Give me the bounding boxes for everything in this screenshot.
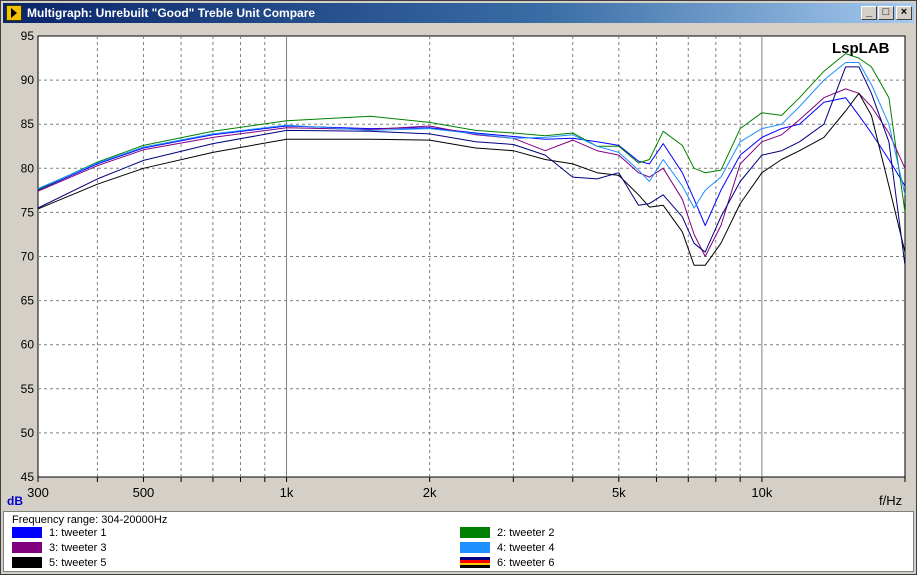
legend-swatch [12, 557, 42, 568]
x-tick-label: 10k [751, 485, 772, 500]
y-tick-label: 55 [21, 382, 35, 396]
y-tick-label: 85 [21, 117, 35, 131]
legend-swatch [460, 557, 490, 568]
legend-swatch [460, 542, 490, 553]
y-tick-label: 80 [21, 161, 35, 175]
legend-panel: Frequency range: 304-20000Hz 1: tweeter … [3, 511, 914, 572]
legend-label: 3: tweeter 3 [49, 542, 107, 554]
y-tick-label: 60 [21, 338, 35, 352]
y-tick-label: 50 [21, 426, 35, 440]
x-tick-label: 2k [423, 485, 437, 500]
watermark-label: LspLAB [832, 40, 890, 57]
x-tick-labels: 300 500 1k 2k 5k 10k [27, 485, 773, 500]
legend-swatch [460, 527, 490, 538]
frequency-response-chart: 45 50 55 60 65 70 75 80 85 90 95 300 500 1k 2k 5k 10k L… [7, 29, 906, 508]
app-icon[interactable] [6, 5, 22, 21]
close-button[interactable]: × [896, 6, 912, 20]
maximize-button[interactable]: □ [878, 6, 894, 20]
multigraph-window: Multigraph: Unrebuilt "Good" Treble Unit… [0, 0, 917, 575]
legend-swatch [12, 542, 42, 553]
title-bar[interactable]: Multigraph: Unrebuilt "Good" Treble Unit… [3, 3, 914, 23]
y-tick-label: 75 [21, 205, 35, 219]
y-tick-label: 95 [21, 29, 35, 43]
x-axis-label: f/Hz [879, 493, 902, 508]
legend-label: 5: tweeter 5 [49, 557, 107, 569]
minimize-button[interactable]: _ [861, 6, 877, 20]
y-tick-label: 65 [21, 294, 35, 308]
x-tick-label: 5k [612, 485, 626, 500]
frequency-range-text: Frequency range: 304-20000Hz [12, 514, 168, 526]
y-axis-label: dB [7, 494, 23, 508]
y-tick-labels: 45 50 55 60 65 70 75 80 85 90 95 [21, 29, 35, 484]
legend-swatch [12, 527, 42, 538]
x-tick-label: 300 [27, 485, 49, 500]
y-tick-label: 90 [21, 73, 35, 87]
window-title: Multigraph: Unrebuilt "Good" Treble Unit… [27, 6, 316, 20]
y-tick-label: 45 [21, 470, 35, 484]
x-tick-label: 1k [280, 485, 294, 500]
legend-label: 6: tweeter 6 [497, 557, 555, 569]
legend-label: 4: tweeter 4 [497, 542, 555, 554]
legend-label: 1: tweeter 1 [49, 527, 107, 539]
chart-panel: 45 50 55 60 65 70 75 80 85 90 95 300 500 1k 2k 5k 10k L… [1, 23, 914, 511]
x-tick-label: 500 [133, 485, 155, 500]
y-tick-label: 70 [21, 250, 35, 264]
legend-label: 2: tweeter 2 [497, 527, 555, 539]
